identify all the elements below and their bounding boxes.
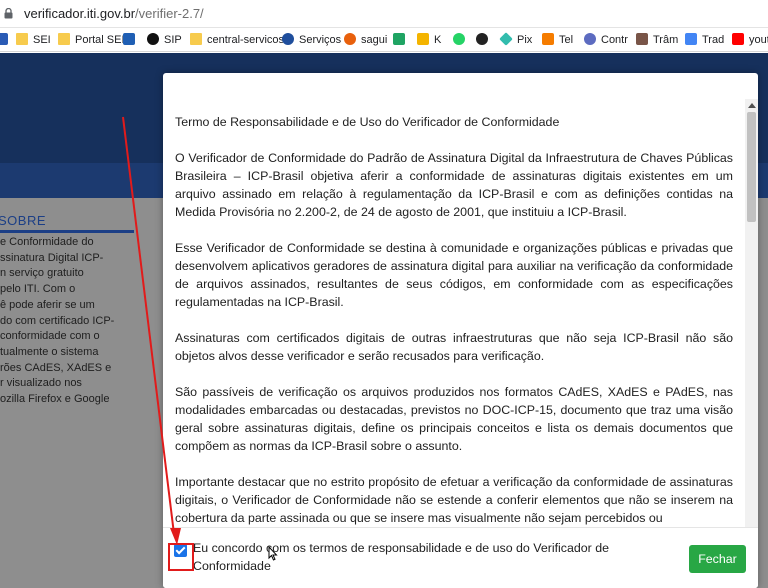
url-host: verificador.iti.gov.br (24, 6, 136, 21)
bookmark-hidden[interactable] (0, 32, 13, 48)
folder-icon (58, 33, 70, 45)
close-button[interactable]: Fechar (689, 545, 746, 573)
youtube-icon (732, 33, 744, 45)
bookmark-k[interactable]: K (417, 32, 441, 48)
lock-icon (4, 8, 13, 19)
terms-paragraph: Importante destacar que no estrito propó… (175, 475, 733, 525)
bookmark-sip[interactable]: SIP (147, 32, 182, 48)
url-path: /verifier-2.7/ (135, 6, 204, 21)
sobre-heading: SOBRE (0, 213, 134, 233)
bookmark-label: Tel (559, 34, 574, 46)
drive-icon (393, 33, 405, 45)
translate-icon (685, 33, 697, 45)
address-bar[interactable]: verificador.iti.gov.br/verifier-2.7/ (0, 0, 768, 28)
terms-paragraph: Esse Verificador de Conformidade se dest… (175, 241, 733, 309)
sobre-line: rões CAdES, XAdES e (0, 361, 112, 374)
sobre-line: r visualizado nos (0, 377, 82, 390)
bookmark-label: Contr (601, 34, 628, 46)
bookmark-github[interactable] (476, 32, 493, 48)
bookmark-sei[interactable]: SEI (16, 32, 51, 48)
terms-scroll-area[interactable]: Termo de Responsabilidade e de Uso do Ve… (163, 99, 758, 549)
terms-paragraph: O Verificador de Conformidade do Padrão … (175, 151, 733, 219)
sobre-line: ê pode aferir se um (0, 298, 95, 311)
bookmark-contr[interactable]: Contr (584, 32, 628, 48)
bookmark-sagui[interactable]: sagui (344, 32, 387, 48)
terms-paragraph: São passíveis de verificação os arquivos… (175, 385, 733, 453)
bookmark-label: central-servicos (207, 34, 285, 46)
contr-icon (584, 33, 596, 45)
pix-icon (499, 32, 513, 46)
bookmark-label: Pix (517, 34, 533, 46)
scroll-up-arrow-icon[interactable] (748, 103, 756, 108)
bookmark-central-servicos[interactable]: central-servicos (190, 32, 284, 48)
bookmark-tram[interactable]: Trâm (636, 32, 678, 48)
modal-footer: Eu concordo com os termos de responsabil… (163, 527, 758, 588)
bookmark-sei-logo[interactable] (123, 32, 140, 48)
bookmarks-bar: SEI Portal SEI SIP central-servicos Serv… (0, 28, 768, 52)
bookmark-tel[interactable]: Tel (542, 32, 573, 48)
mouse-cursor-icon (268, 546, 278, 561)
terms-paragraph: Assinaturas com certificados digitais de… (175, 331, 733, 363)
tel-icon (542, 33, 554, 45)
bookmark-label: Trâm (653, 34, 679, 46)
sobre-text: e Conformidade do ssinatura Digital ICP-… (0, 235, 115, 408)
bookmark-partial-icon (0, 33, 8, 45)
sobre-line: conformidade com o (0, 330, 100, 343)
bookmark-servicos[interactable]: Serviços (282, 32, 341, 48)
bookmark-label: sagui (361, 34, 388, 46)
bookmark-portal-sei[interactable]: Portal SEI (58, 32, 125, 48)
scroll-thumb[interactable] (747, 112, 756, 222)
terms-title: Termo de Responsabilidade e de Uso do Ve… (175, 115, 560, 129)
bookmark-youtube[interactable]: youtu (732, 32, 768, 48)
terms-modal: Termo de Responsabilidade e de Uso do Ve… (163, 73, 758, 588)
sagui-icon (344, 33, 356, 45)
sobre-line: ozilla Firefox e Google (0, 393, 110, 406)
sobre-line: pelo ITI. Com o (0, 283, 76, 296)
bookmark-label: Serviços (299, 34, 342, 46)
bookmark-label: Trad (702, 34, 725, 46)
agree-label[interactable]: Eu concordo com os termos de responsabil… (193, 539, 623, 575)
sobre-line: do com certificado ICP- (0, 314, 115, 327)
bookmark-whatsapp[interactable] (453, 32, 470, 48)
github-icon (476, 33, 488, 45)
tram-icon (636, 33, 648, 45)
bookmark-pix[interactable]: Pix (499, 32, 533, 48)
terms-scrollbar[interactable] (745, 99, 758, 549)
bookmark-label: SEI (33, 34, 51, 46)
agree-checkbox[interactable] (174, 544, 187, 557)
folder-icon (190, 33, 202, 45)
bookmark-label: SIP (164, 34, 182, 46)
keep-icon (417, 33, 429, 45)
bookmark-trad[interactable]: Trad (685, 32, 724, 48)
bookmark-drive[interactable] (393, 32, 410, 48)
bookmark-label: K (434, 34, 442, 46)
sobre-line: ssinatura Digital ICP- (0, 251, 104, 264)
folder-icon (16, 33, 28, 45)
url-text[interactable]: verificador.iti.gov.br/verifier-2.7/ (24, 6, 204, 21)
sei-logo-icon (123, 33, 135, 45)
sobre-line: n serviço gratuito (0, 267, 84, 280)
gov-star-icon (282, 33, 294, 45)
sip-icon (147, 33, 159, 45)
whatsapp-icon (453, 33, 465, 45)
terms-content: Termo de Responsabilidade e de Uso do Ve… (175, 113, 733, 545)
sobre-line: tualmente o sistema (0, 345, 99, 358)
bookmark-label: Portal SEI (75, 34, 125, 46)
bookmark-label: youtu (749, 34, 768, 46)
sobre-line: e Conformidade do (0, 236, 94, 248)
